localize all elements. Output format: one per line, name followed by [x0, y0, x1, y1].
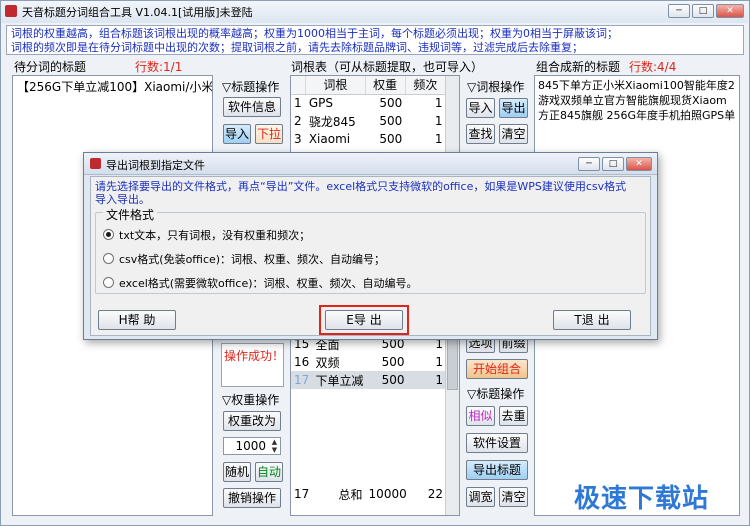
radio-excel[interactable] [103, 277, 114, 288]
dialog-body: 请先选择要导出的文件格式，再点“导出”文件。excel格式只支持微软的offic… [90, 176, 651, 336]
new-titles-count: 行数:4/4 [629, 60, 677, 74]
new-title-line: 游戏双频单立官方智能旗舰现货Xiaom [538, 94, 727, 107]
help-button[interactable]: H帮 助 [98, 310, 176, 330]
row-freq: 1 [435, 355, 443, 369]
radio-txt[interactable] [103, 229, 114, 240]
table-row[interactable]: 3 Xiaomi 500 1 [291, 130, 446, 148]
status-box: 操作成功！ [221, 343, 284, 387]
row-weight: 500 [379, 96, 403, 111]
radio-excel-label[interactable]: excel格式(需要微软office)：词根、权重、频次、自动编号。 [119, 275, 418, 291]
row-index: 16 [294, 355, 310, 369]
import-titles-button[interactable]: 导入 [223, 124, 251, 144]
new-title-line: 845下单方正小米Xiaomi100智能年度2 [538, 79, 735, 92]
row-freq: 1 [434, 96, 443, 111]
col-index [291, 76, 307, 95]
roots-total-row: 17 总和 10000 22 [291, 485, 446, 503]
settings-button[interactable]: 软件设置 [466, 433, 528, 453]
source-title-line: 【256G下单立减100】Xiaomi/小米 小 [17, 80, 212, 94]
row-index: 3 [294, 132, 302, 146]
row-word: 骁龙845 [308, 114, 356, 129]
random-button[interactable]: 随机 [223, 462, 251, 482]
row-word: GPS [308, 96, 333, 111]
dialog-minimize-button[interactable]: ─ [578, 157, 600, 171]
root-ops-header: ▽词根操作 [467, 80, 525, 94]
radio-txt-label[interactable]: txt文本，只有词根，没有权重和频次； [119, 227, 310, 243]
export-titles-button[interactable]: 导出标题 [466, 460, 528, 480]
change-weight-button[interactable]: 权重改为 [223, 411, 281, 431]
col-freq[interactable]: 频次 [405, 76, 447, 95]
dedup-button[interactable]: 去重 [499, 406, 528, 426]
row-weight: 500 [379, 132, 403, 146]
new-title-line: 方正845旗舰 256G年度手机拍照GPS单 [538, 109, 736, 122]
maximize-button[interactable]: □ [692, 4, 714, 18]
total-index: 17 [294, 487, 310, 501]
app-icon [5, 5, 17, 17]
radio-csv-label[interactable]: csv格式(免装office)：词根、权重、频次、自动编号； [119, 251, 385, 267]
total-weight: 10000 [368, 487, 407, 501]
roots-header: 词根表（可从标题提取，也可导入） [291, 60, 484, 74]
close-button[interactable]: ✕ [716, 4, 744, 18]
title-ops2-header: ▽标题操作 [467, 387, 525, 401]
clear-titles-button[interactable]: 清空 [499, 487, 528, 507]
watermark-logo: 极速下载站 [574, 484, 710, 514]
notice-text: 词根的权重越高，组合标题该词根出现的概率越高；权重为1000相当于主词，每个标题… [6, 25, 744, 55]
row-index: 2 [294, 114, 302, 128]
dialog-message-line-2: 导入导出。 [95, 193, 150, 206]
find-button[interactable]: 查找 [466, 124, 495, 144]
dialog-message: 请先选择要导出的文件格式，再点“导出”文件。excel格式只支持微软的offic… [95, 180, 645, 206]
start-combine-button[interactable]: 开始组合 [466, 359, 528, 379]
row-freq: 1 [407, 371, 446, 389]
file-format-label: 文件格式 [103, 206, 158, 223]
row-freq: 1 [434, 114, 443, 128]
row-word: 双频 [315, 355, 340, 370]
table-row-selected[interactable]: 17 下单立减 500 1 [291, 371, 446, 389]
col-weight[interactable]: 权重 [365, 76, 406, 95]
clear-roots-button[interactable]: 清空 [499, 124, 528, 144]
title-ops-header: ▽标题操作 [222, 80, 280, 94]
row-word: Xiaomi [308, 132, 351, 146]
source-titles-label: 待分词的标题 [14, 60, 87, 74]
adjust-width-button[interactable]: 调宽 [466, 487, 495, 507]
row-weight: 500 [379, 114, 403, 128]
notice-line-1: 词根的权重越高，组合标题该词根出现的概率越高；权重为1000相当于主词，每个标题… [11, 27, 618, 40]
minimize-button[interactable]: ─ [668, 4, 690, 18]
row-freq: 1 [434, 132, 443, 146]
roots-grid-lower: 15 全面 500 1 16 双频 500 1 17 下单立减 500 1 [291, 335, 446, 389]
dialog-title: 导出词根到指定文件 [106, 159, 205, 172]
row-weight: 500 [369, 371, 408, 389]
notice-line-2: 词根的频次即是在待分词标题中出现的次数；提取词根之前，请先去除标题品牌词、违规词… [11, 41, 583, 54]
undo-button[interactable]: 撤销操作 [223, 488, 281, 508]
dialog-close-button[interactable]: ✕ [626, 157, 652, 171]
similar-button[interactable]: 相似 [466, 406, 495, 426]
dropdown-button[interactable]: 下拉 [255, 124, 283, 144]
import-roots-button[interactable]: 导入 [466, 98, 495, 118]
export-button[interactable]: E导 出 [325, 310, 403, 330]
weight-spinner-icon[interactable]: ▲ ▼ [269, 438, 280, 454]
row-weight: 500 [381, 355, 405, 369]
auto-button[interactable]: 自动 [255, 462, 283, 482]
dialog-maximize-button[interactable]: □ [602, 157, 624, 171]
dialog-app-icon [90, 158, 101, 169]
weight-ops-header: ▽权重操作 [222, 393, 280, 407]
table-row[interactable]: 16 双频 500 1 [291, 353, 446, 371]
row-word: 下单立减 [312, 371, 370, 389]
export-roots-button[interactable]: 导出 [499, 98, 528, 118]
table-row[interactable]: 1 GPS 500 1 [291, 94, 446, 112]
exit-button[interactable]: T退 出 [553, 310, 631, 330]
row-index: 17 [291, 371, 313, 389]
source-count: 行数:1/1 [135, 60, 183, 74]
table-row[interactable]: 2 骁龙845 500 1 [291, 112, 446, 130]
new-titles-label: 组合成新的标题 [536, 60, 621, 74]
export-dialog: 导出词根到指定文件 ─ □ ✕ 请先选择要导出的文件格式，再点“导出”文件。ex… [83, 152, 658, 340]
status-text: 操作成功！ [224, 349, 285, 363]
radio-csv[interactable] [103, 253, 114, 264]
total-label: 总和 [338, 487, 363, 502]
software-info-button[interactable]: 软件信息 [223, 97, 281, 117]
total-freq: 22 [427, 487, 443, 501]
row-index: 1 [294, 96, 302, 111]
col-word[interactable]: 词根 [305, 76, 366, 95]
dialog-message-line-1: 请先选择要导出的文件格式，再点“导出”文件。excel格式只支持微软的offic… [95, 180, 627, 193]
window-title: 天音标题分词组合工具 V1.04.1[试用版]未登陆 [22, 6, 253, 19]
